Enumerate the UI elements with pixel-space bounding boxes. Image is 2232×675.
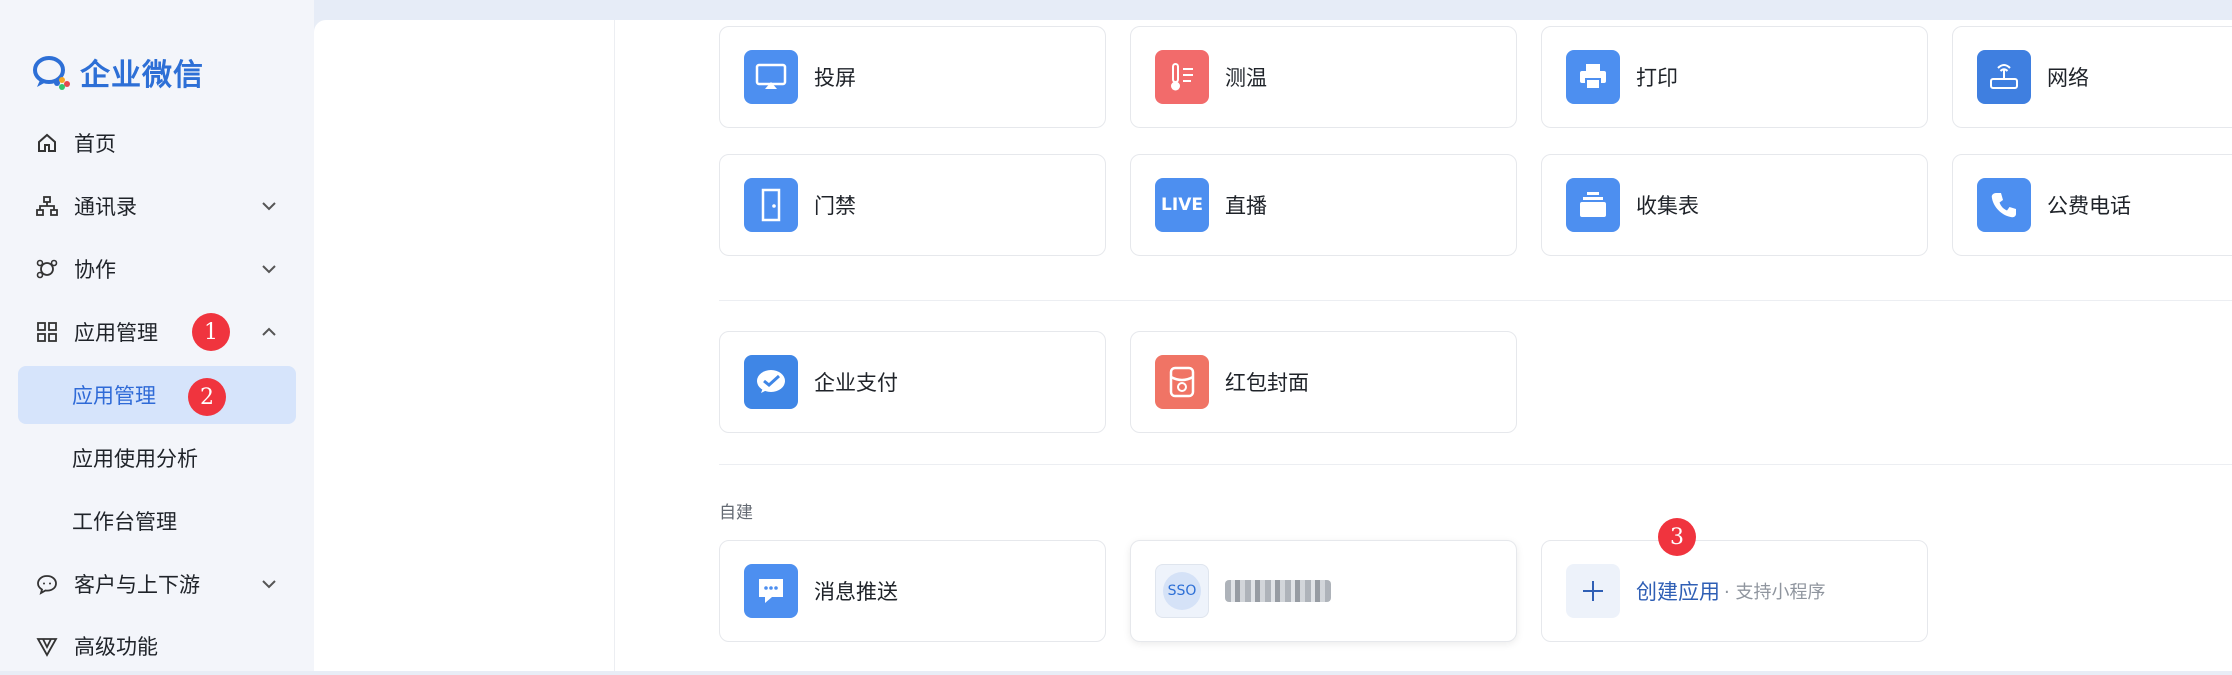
app-label: 收集表 <box>1636 194 1699 218</box>
annotation-badge: 1 <box>192 313 230 351</box>
home-icon <box>36 132 58 154</box>
app-card-form-collect[interactable]: 收集表 <box>1541 154 1928 256</box>
sidebar-item-label: 高级功能 <box>74 635 158 659</box>
redacted-app-name <box>1225 580 1331 602</box>
subnav-label: 工作台管理 <box>72 510 177 534</box>
door-icon <box>744 178 798 232</box>
app-card-enterprise-pay[interactable]: 企业支付 <box>719 331 1106 433</box>
red-packet-icon <box>1155 355 1209 409</box>
app-card-public-phone[interactable]: 公费电话 <box>1952 154 2232 256</box>
sidebar-item-advanced[interactable]: 高级功能 <box>18 617 298 675</box>
annotation-badge: 3 <box>1658 518 1696 556</box>
sidebar: 企业微信 首页 通讯录 协作 应用管理 应用管理 应用使用分析 工作台管理 客户… <box>0 0 314 671</box>
app-label: 测温 <box>1225 66 1267 90</box>
sidebar-item-collab[interactable]: 协作 <box>18 240 298 298</box>
app-card-screen-cast[interactable]: 投屏 <box>719 26 1106 128</box>
subnav-label: 应用管理 <box>72 384 156 408</box>
sidebar-item-label: 通讯录 <box>74 195 137 219</box>
annotation-badge: 2 <box>188 378 226 416</box>
subnav-app-usage-analysis[interactable]: 应用使用分析 <box>18 429 296 487</box>
panel-divider <box>614 20 615 671</box>
apps-grid-icon <box>36 321 58 343</box>
sidebar-item-customers[interactable]: 客户与上下游 <box>18 555 298 613</box>
chevron-down-icon[interactable] <box>258 258 280 280</box>
app-card-network[interactable]: 网络 <box>1952 26 2232 128</box>
sidebar-item-app-management[interactable]: 应用管理 <box>18 303 298 361</box>
collab-icon <box>36 258 58 280</box>
live-icon: LIVE <box>1155 178 1209 232</box>
phone-icon <box>1977 178 2031 232</box>
subnav-label: 应用使用分析 <box>72 447 198 471</box>
plus-icon <box>1566 564 1620 618</box>
sidebar-item-home[interactable]: 首页 <box>18 114 298 172</box>
wechat-pay-icon <box>744 355 798 409</box>
sidebar-item-label: 首页 <box>74 132 116 156</box>
subnav-workbench-management[interactable]: 工作台管理 <box>18 492 296 550</box>
app-label: 消息推送 <box>814 580 898 604</box>
app-card-print[interactable]: 打印 <box>1541 26 1928 128</box>
app-label: 打印 <box>1636 66 1678 90</box>
sso-icon-text: SSO <box>1163 572 1201 610</box>
message-push-icon <box>744 564 798 618</box>
sidebar-item-label: 客户与上下游 <box>74 573 200 597</box>
section-divider <box>719 464 2232 465</box>
app-label: 公费电话 <box>2047 194 2131 218</box>
screen-cast-icon <box>744 50 798 104</box>
chevron-down-icon[interactable] <box>258 195 280 217</box>
app-label: 红包封面 <box>1225 371 1309 395</box>
section-label-custom: 自建 <box>719 503 753 523</box>
app-card-message-push[interactable]: 消息推送 <box>719 540 1106 642</box>
app-label: 网络 <box>2047 66 2089 90</box>
app-card-red-packet-cover[interactable]: 红包封面 <box>1130 331 1517 433</box>
sso-icon: SSO <box>1155 564 1209 618</box>
router-icon <box>1977 50 2031 104</box>
brand-logo[interactable]: 企业微信 <box>32 50 204 94</box>
brand-name: 企业微信 <box>80 58 204 93</box>
sidebar-item-contacts[interactable]: 通讯录 <box>18 177 298 235</box>
app-label: 直播 <box>1225 194 1267 218</box>
printer-icon <box>1566 50 1620 104</box>
diamond-icon <box>36 635 58 657</box>
create-app-label: 创建应用 <box>1636 580 1720 604</box>
create-app-card[interactable]: 创建应用 · 支持小程序 <box>1541 540 1928 642</box>
chat-bubble-icon <box>36 573 58 595</box>
chevron-up-icon[interactable] <box>258 321 280 343</box>
thermometer-icon <box>1155 50 1209 104</box>
top-strip <box>0 0 2232 20</box>
app-card-sso[interactable]: SSO <box>1130 540 1517 642</box>
app-label: 门禁 <box>814 194 856 218</box>
org-chart-icon <box>36 195 58 217</box>
app-label: 企业支付 <box>814 371 898 395</box>
create-app-sublabel: · 支持小程序 <box>1724 582 1826 603</box>
app-card-access-control[interactable]: 门禁 <box>719 154 1106 256</box>
inbox-tray-icon <box>1566 178 1620 232</box>
app-card-temperature[interactable]: 测温 <box>1130 26 1517 128</box>
sidebar-item-label: 应用管理 <box>74 321 158 345</box>
app-card-live[interactable]: LIVE 直播 <box>1130 154 1517 256</box>
app-label: 投屏 <box>814 66 856 90</box>
section-divider <box>719 300 2232 301</box>
chevron-down-icon[interactable] <box>258 573 280 595</box>
sidebar-item-label: 协作 <box>74 258 116 282</box>
subnav-app-management[interactable]: 应用管理 <box>18 366 296 424</box>
wecom-logo-icon <box>33 56 70 90</box>
